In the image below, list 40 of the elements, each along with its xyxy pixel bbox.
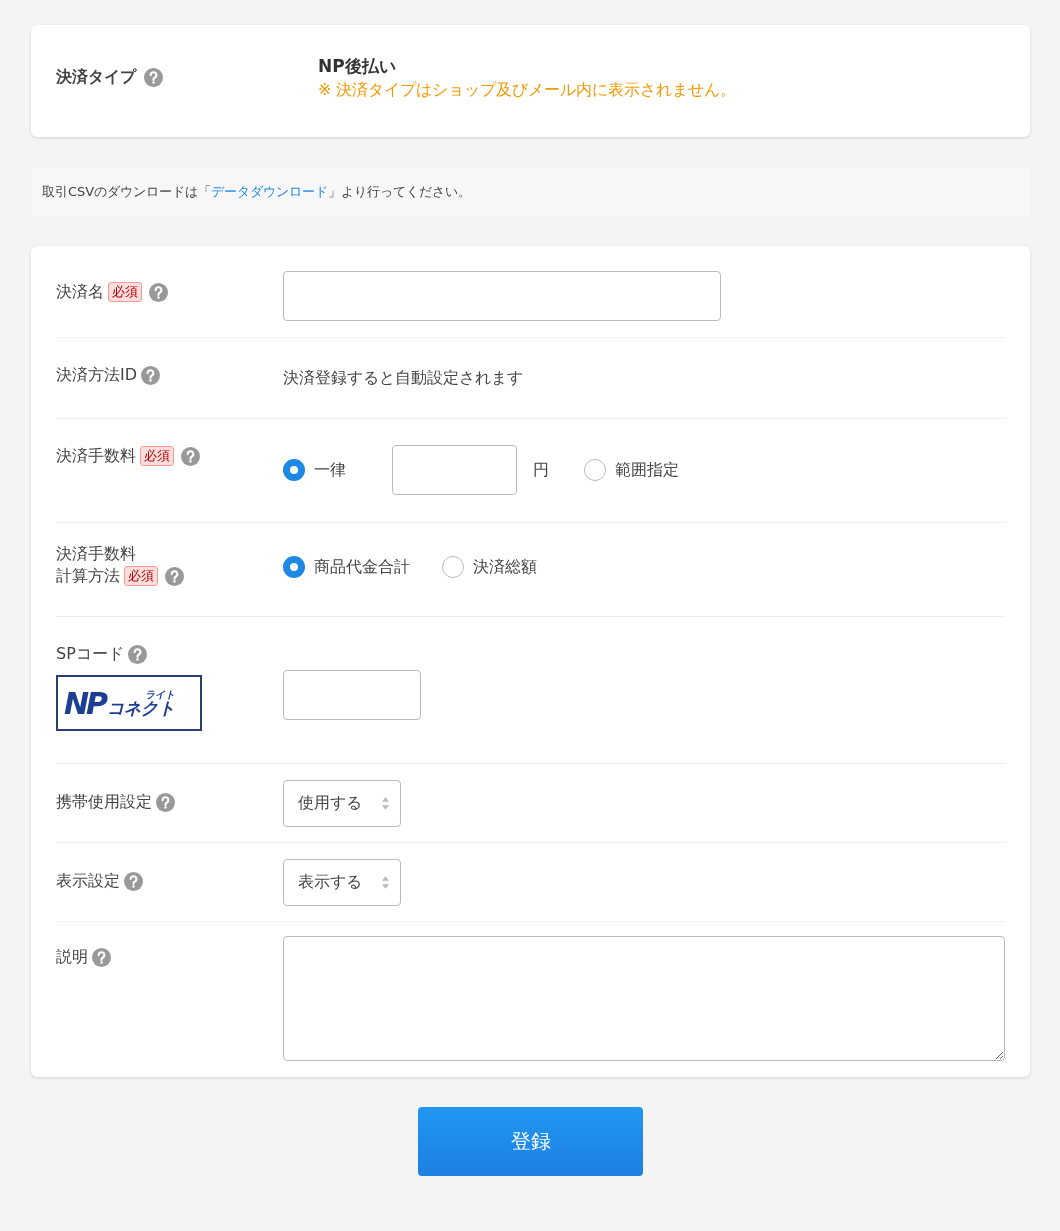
field-label: 決済名 <box>56 281 104 303</box>
field-label: 携帯使用設定 <box>56 791 152 813</box>
help-icon[interactable] <box>92 947 111 967</box>
radio-option[interactable]: 範囲指定 <box>584 459 679 481</box>
unit-label: 円 <box>533 459 549 481</box>
data-download-link[interactable]: データダウンロード <box>211 184 329 199</box>
field-label: 決済方法ID <box>56 364 138 386</box>
help-icon[interactable] <box>144 67 163 87</box>
info-text: 取引CSVのダウンロードは「データダウンロード」より行ってください。 <box>42 183 473 201</box>
select-dropdown[interactable]: 使用する <box>283 779 401 827</box>
radio-option[interactable]: 一律 <box>283 459 346 481</box>
help-icon[interactable] <box>149 282 168 302</box>
help-icon[interactable] <box>165 566 184 586</box>
payment-type-value: NP後払い <box>318 55 397 78</box>
help-icon[interactable] <box>141 365 161 385</box>
required-badge: 必須 <box>140 446 174 466</box>
radio-option[interactable]: 商品代金合計 <box>283 556 410 578</box>
field-label: 決済手数料 <box>56 445 136 467</box>
radio-option[interactable]: 決済総額 <box>442 556 537 578</box>
required-badge: 必須 <box>108 282 142 302</box>
select-dropdown[interactable]: 表示する <box>283 858 401 906</box>
field-value: 決済登録すると自動設定されます <box>283 367 523 389</box>
text-input[interactable] <box>283 271 721 321</box>
field-label: SPコード <box>56 643 124 665</box>
fee-input[interactable] <box>392 445 517 495</box>
required-badge: 必須 <box>124 566 158 586</box>
sp-code-input[interactable] <box>283 670 421 720</box>
field-label: 決済手数料 <box>56 543 136 565</box>
field-label: 決済タイプ <box>56 66 136 88</box>
updown-icon <box>381 874 390 890</box>
field-label: 表示設定 <box>56 870 120 892</box>
help-icon[interactable] <box>156 792 175 812</box>
help-icon[interactable] <box>127 644 147 664</box>
updown-icon <box>381 795 390 811</box>
register-button[interactable]: 登録 <box>418 1107 643 1176</box>
notice-text: ※ 決済タイプはショップ及びメール内に表示されません。 <box>318 80 737 101</box>
field-label: 説明 <box>56 946 88 968</box>
help-icon[interactable] <box>124 871 143 891</box>
field-label: 計算方法 <box>56 565 120 587</box>
help-icon[interactable] <box>181 446 200 466</box>
